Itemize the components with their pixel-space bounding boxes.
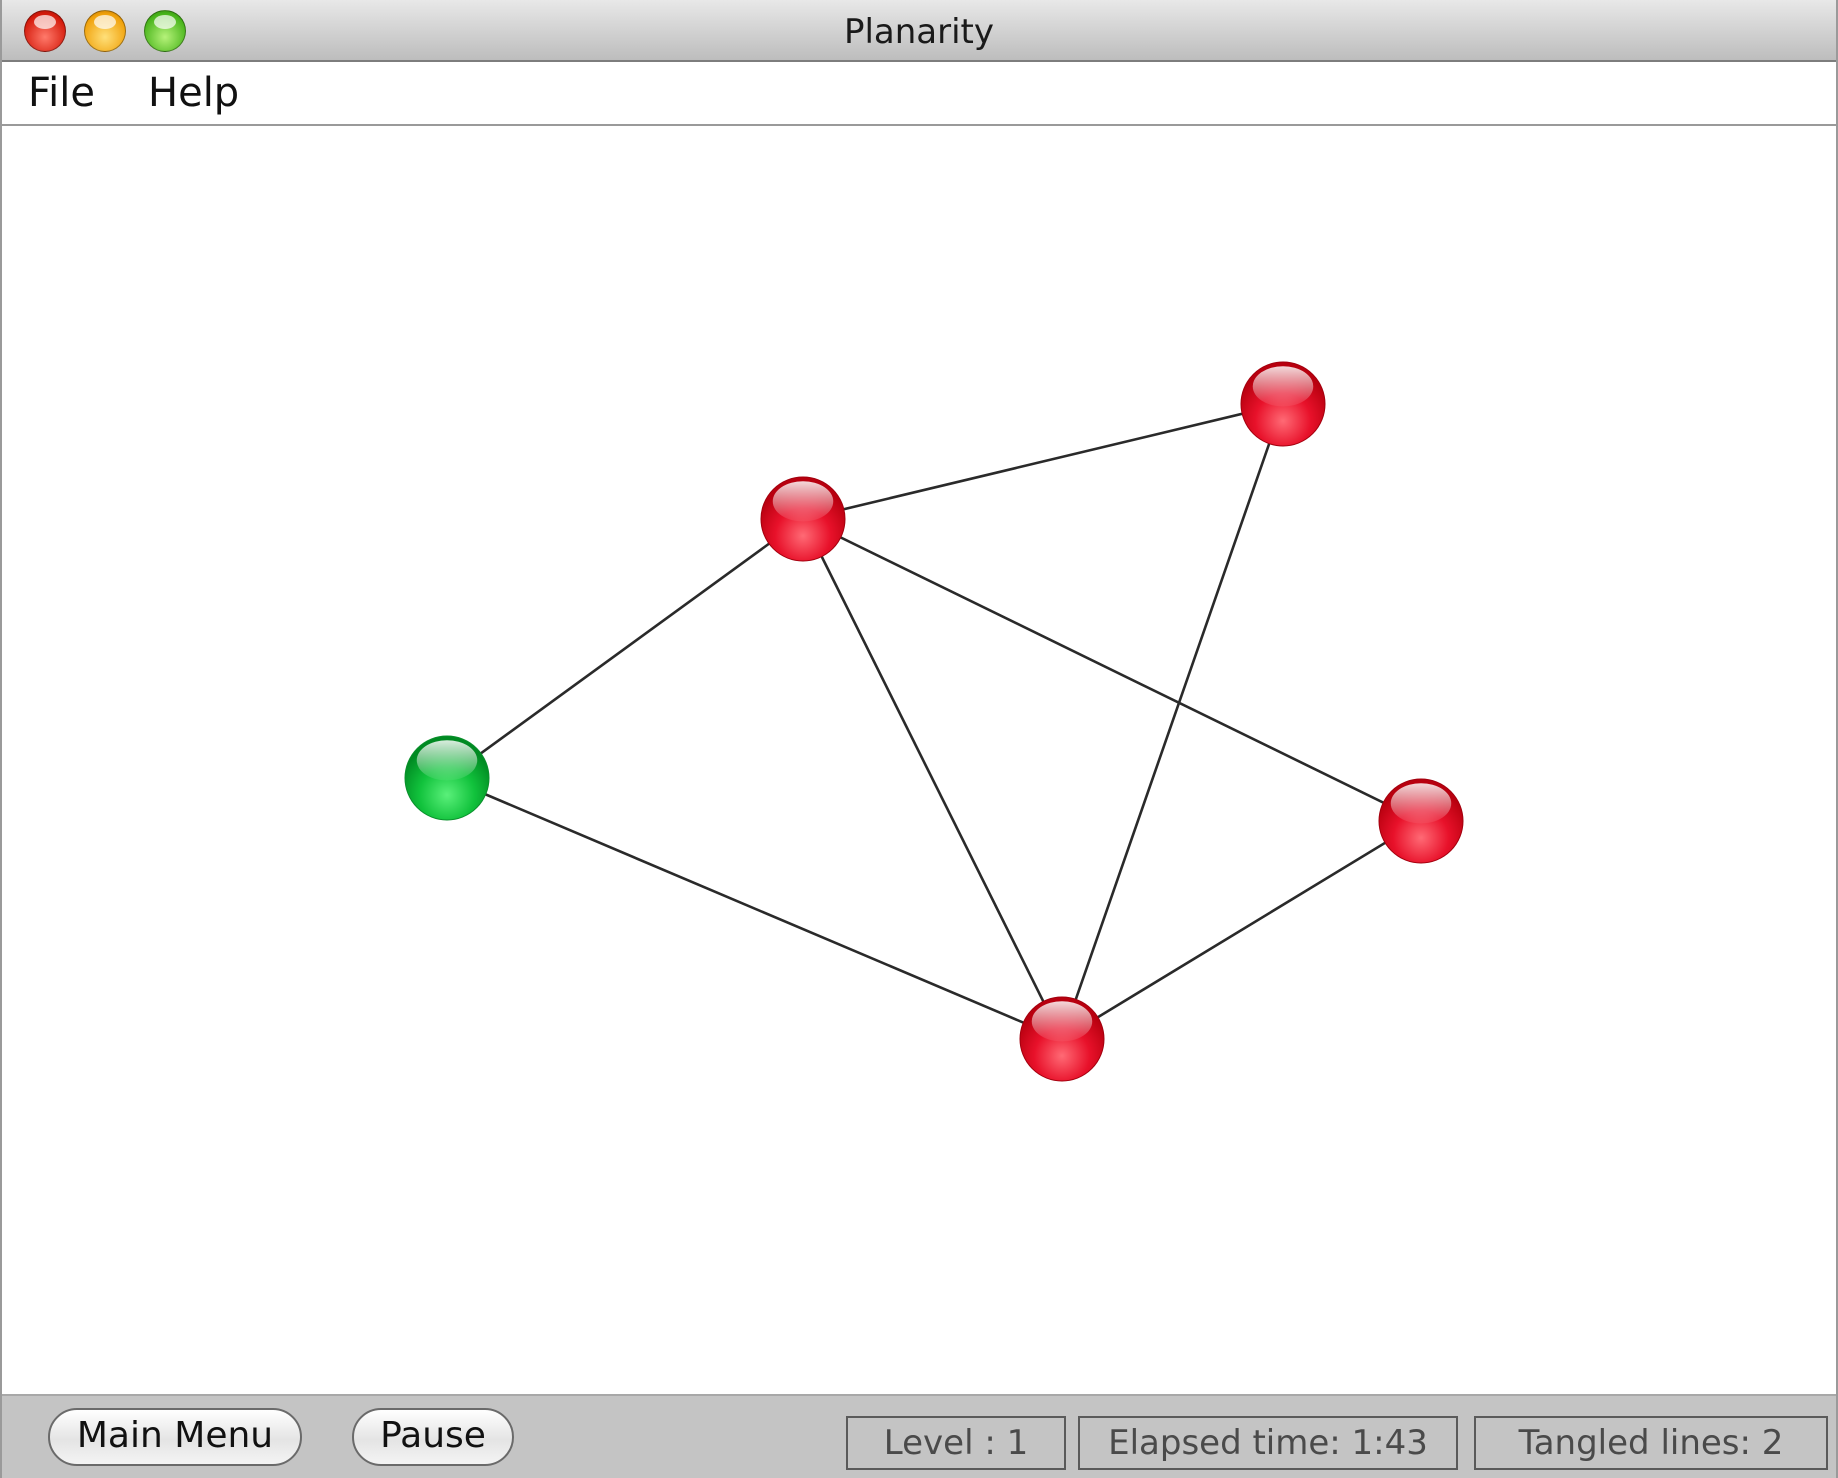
edge-v-left-v-bottom	[446, 776, 1063, 1041]
vertex-v-upper-middle[interactable]	[760, 476, 846, 562]
window-title: Planarity	[843, 12, 995, 52]
planarity-window: Planarity File Help Main Menu Pause Leve…	[0, 0, 1838, 1478]
level-status: Level : 1	[846, 1416, 1066, 1470]
tangled-lines-status: Tangled lines: 2	[1474, 1416, 1828, 1470]
edges-layer	[446, 402, 1422, 1041]
edge-v-upper-middle-v-right	[802, 517, 1422, 823]
bottom-toolbar: Main Menu Pause Level : 1 Elapsed time: …	[2, 1394, 1836, 1478]
edge-v-top-right-v-bottom	[1060, 403, 1285, 1040]
edge-v-upper-middle-v-left	[446, 517, 804, 780]
menu-bar: File Help	[2, 62, 1836, 126]
vertex-v-bottom[interactable]	[1019, 996, 1105, 1082]
vertex-v-left[interactable]	[404, 735, 490, 821]
pause-button[interactable]: Pause	[352, 1408, 514, 1466]
title-bar[interactable]: Planarity	[2, 0, 1836, 62]
elapsed-time-status: Elapsed time: 1:43	[1078, 1416, 1458, 1470]
graph-canvas[interactable]	[2, 126, 1836, 1394]
menu-file[interactable]: File	[28, 70, 95, 116]
edge-v-upper-middle-v-bottom	[801, 518, 1064, 1040]
vertex-v-right[interactable]	[1378, 778, 1464, 864]
edge-v-right-v-bottom	[1061, 819, 1422, 1041]
vertices-layer	[404, 361, 1464, 1082]
main-menu-button[interactable]: Main Menu	[48, 1408, 302, 1466]
vertex-v-top-right[interactable]	[1240, 361, 1326, 447]
edge-v-upper-middle-v-top-right	[802, 402, 1284, 521]
game-board[interactable]	[2, 126, 1836, 1394]
menu-help[interactable]: Help	[148, 70, 239, 116]
